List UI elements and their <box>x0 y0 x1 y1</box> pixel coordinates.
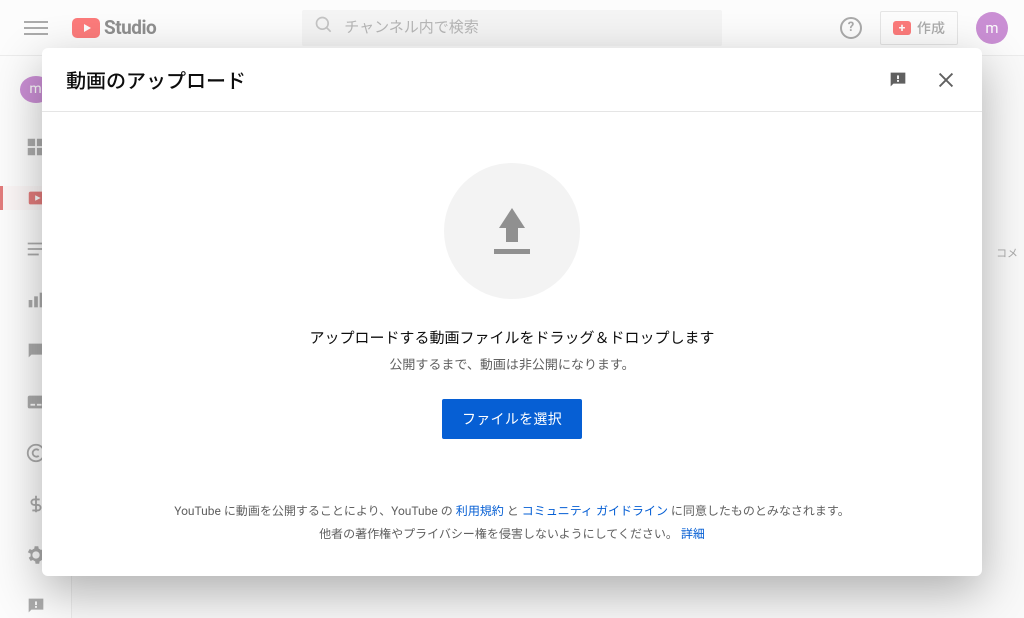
select-files-button[interactable]: ファイルを選択 <box>442 399 582 439</box>
dialog-footer: YouTube に動画を公開することにより、YouTube の 利用規約 と コ… <box>42 500 982 576</box>
upload-drop-zone[interactable] <box>444 163 580 299</box>
drop-title: アップロードする動画ファイルをドラッグ＆ドロップします <box>309 327 714 348</box>
close-icon[interactable] <box>934 68 958 92</box>
footer-text-1c: に同意したものとみなされます。 <box>668 504 850 518</box>
modal-overlay: 動画のアップロード アップロードする動画ファイルをドラッグ＆ドロップします 公開… <box>0 0 1024 618</box>
send-feedback-icon[interactable] <box>886 68 910 92</box>
upload-arrow-icon <box>499 208 525 242</box>
footer-text-2: 他者の著作権やプライバシー権を侵害しないようにしてください。 <box>319 527 678 541</box>
details-link[interactable]: 詳細 <box>681 527 705 541</box>
footer-text-1a: YouTube に動画を公開することにより、YouTube の <box>174 504 455 518</box>
footer-text-1b: と <box>504 504 522 518</box>
dialog-header: 動画のアップロード <box>42 48 982 112</box>
upload-base-icon <box>494 249 530 254</box>
guidelines-link[interactable]: コミュニティ ガイドライン <box>522 504 668 518</box>
upload-dialog: 動画のアップロード アップロードする動画ファイルをドラッグ＆ドロップします 公開… <box>42 48 982 576</box>
dialog-body[interactable]: アップロードする動画ファイルをドラッグ＆ドロップします 公開するまで、動画は非公… <box>42 112 982 500</box>
dialog-title: 動画のアップロード <box>66 65 886 94</box>
terms-link[interactable]: 利用規約 <box>456 504 504 518</box>
drop-subtitle: 公開するまで、動画は非公開になります。 <box>389 354 634 373</box>
